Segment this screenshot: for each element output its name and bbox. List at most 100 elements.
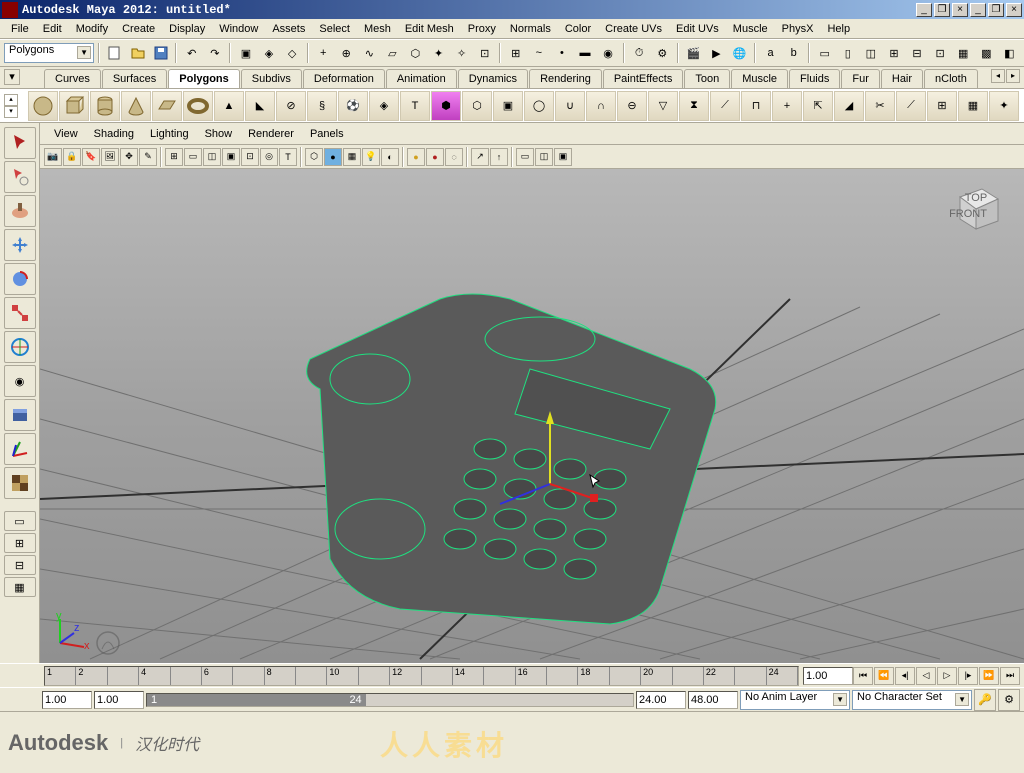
poly-extrude-icon[interactable]: ⇱ [803, 91, 833, 121]
menu-createuvs[interactable]: Create UVs [598, 21, 669, 37]
poly-separate-icon[interactable]: ⬡ [462, 91, 492, 121]
menu-select[interactable]: Select [312, 21, 357, 37]
poly-reduce-icon[interactable]: ▽ [648, 91, 678, 121]
prev-view-icon[interactable]: ⊟ [4, 555, 36, 575]
range-start-outer[interactable] [42, 691, 92, 709]
texture-tool-icon[interactable] [4, 467, 36, 499]
poly-pipe-icon[interactable]: ⊘ [276, 91, 306, 121]
menu-modify[interactable]: Modify [69, 21, 115, 37]
soft-mod-tool-icon[interactable]: ◉ [4, 365, 36, 397]
select-tool-icon[interactable] [4, 127, 36, 159]
menu-create[interactable]: Create [115, 21, 162, 37]
goto-start-icon[interactable]: ⏮ [853, 667, 873, 685]
xray-joint-icon[interactable]: ◌ [445, 148, 463, 166]
snap-curve-icon[interactable]: ~ [528, 42, 549, 64]
grid-icon[interactable]: ⊞ [165, 148, 183, 166]
poly-bool3-icon[interactable]: ⊖ [617, 91, 647, 121]
poly-extract-icon[interactable]: ▣ [493, 91, 523, 121]
shelf-menu-icon[interactable]: ▾ [4, 69, 20, 85]
rotate-tool-icon[interactable] [4, 263, 36, 295]
renderer-1-icon[interactable]: ▭ [516, 148, 534, 166]
poly-platonic-icon[interactable]: ◈ [369, 91, 399, 121]
panel-panels[interactable]: Panels [302, 126, 352, 142]
poly-type-icon[interactable]: T [400, 91, 430, 121]
xray-icon[interactable]: ● [426, 148, 444, 166]
maximize-button[interactable]: ❐ [934, 3, 950, 17]
snap-plane-icon[interactable]: ▬ [574, 42, 595, 64]
step-fwd-icon[interactable]: |▸ [958, 667, 978, 685]
shelf-prev-icon[interactable]: ◂ [991, 69, 1005, 83]
redo-icon[interactable]: ↷ [204, 42, 225, 64]
panel-show[interactable]: Show [197, 126, 241, 142]
layout-3-icon[interactable]: ◫ [860, 42, 881, 64]
tab-muscle[interactable]: Muscle [731, 69, 788, 88]
four-view-icon[interactable]: ⊞ [4, 533, 36, 553]
tab-curves[interactable]: Curves [44, 69, 101, 88]
isolate-icon[interactable]: ● [407, 148, 425, 166]
poly-torus-icon[interactable] [183, 91, 213, 121]
tab-rendering[interactable]: Rendering [529, 69, 602, 88]
lasso-tool-icon[interactable] [4, 161, 36, 193]
mask-handle-icon[interactable]: + [313, 42, 334, 64]
menu-edituvs[interactable]: Edit UVs [669, 21, 726, 37]
menu-mesh[interactable]: Mesh [357, 21, 398, 37]
layout-6-icon[interactable]: ⊡ [930, 42, 951, 64]
undo-icon[interactable]: ↶ [181, 42, 202, 64]
menu-assets[interactable]: Assets [265, 21, 312, 37]
shelf-up-icon[interactable]: ▴ [4, 94, 18, 106]
history-icon[interactable]: ⏱ [629, 42, 650, 64]
menu-display[interactable]: Display [162, 21, 212, 37]
poly-prism-icon[interactable]: ▲ [214, 91, 244, 121]
move-tool-icon[interactable] [4, 229, 36, 261]
ipr-icon[interactable]: ▶ [706, 42, 727, 64]
layout-7-icon[interactable]: ▦ [953, 42, 974, 64]
xform-out-icon[interactable]: b [783, 42, 804, 64]
poly-soccer-icon[interactable]: ⚽ [338, 91, 368, 121]
renderer-3-icon[interactable]: ▣ [554, 148, 572, 166]
panel-shading[interactable]: Shading [86, 126, 142, 142]
poly-crease-icon[interactable]: ⟋ [710, 91, 740, 121]
film-gate-icon[interactable]: ▭ [184, 148, 202, 166]
xform-in-icon[interactable]: a [760, 42, 781, 64]
lights-icon[interactable]: 💡 [362, 148, 380, 166]
panel-renderer[interactable]: Renderer [240, 126, 302, 142]
show-manip-tool-icon[interactable] [4, 399, 36, 431]
save-scene-icon[interactable] [150, 42, 171, 64]
mask-surface-icon[interactable]: ▱ [382, 42, 403, 64]
scale-tool-icon[interactable] [4, 297, 36, 329]
anim-layer-dropdown[interactable]: No Anim Layer [740, 690, 850, 710]
poly-bridge-icon[interactable]: ⊓ [741, 91, 771, 121]
poly-sculpt-icon[interactable]: ✦ [989, 91, 1019, 121]
poly-split-icon[interactable]: ⟋ [896, 91, 926, 121]
range-end-inner[interactable] [636, 691, 686, 709]
tab-subdivs[interactable]: Subdivs [241, 69, 302, 88]
menu-window[interactable]: Window [212, 21, 265, 37]
shelf-down-icon[interactable]: ▾ [4, 106, 18, 118]
expose-1-icon[interactable]: ↗ [471, 148, 489, 166]
poly-smooth-icon[interactable]: ◯ [524, 91, 554, 121]
render-globals-icon[interactable]: 🌐 [729, 42, 750, 64]
range-start-inner[interactable] [94, 691, 144, 709]
single-view-icon[interactable]: ▭ [4, 511, 36, 531]
tab-animation[interactable]: Animation [386, 69, 457, 88]
poly-helix-icon[interactable]: § [307, 91, 337, 121]
step-back-icon[interactable]: ◂| [895, 667, 915, 685]
poly-insert-icon[interactable]: ⊞ [927, 91, 957, 121]
poly-mirror-icon[interactable]: ⧗ [679, 91, 709, 121]
renderer-2-icon[interactable]: ◫ [535, 148, 553, 166]
poly-append-icon[interactable]: + [772, 91, 802, 121]
mask-joint-icon[interactable]: ⊕ [336, 42, 357, 64]
current-frame-field[interactable] [803, 667, 853, 685]
snap-point-icon[interactable]: • [551, 42, 572, 64]
menu-muscle[interactable]: Muscle [726, 21, 775, 37]
res-gate-icon[interactable]: ◫ [203, 148, 221, 166]
range-end-outer[interactable] [688, 691, 738, 709]
render-frame-icon[interactable]: 🎬 [683, 42, 704, 64]
minimize2-button[interactable]: _ [970, 3, 986, 17]
layout-2-icon[interactable]: ▯ [837, 42, 858, 64]
menu-proxy[interactable]: Proxy [461, 21, 503, 37]
poly-cut-icon[interactable]: ✂ [865, 91, 895, 121]
field-chart-icon[interactable]: ⊡ [241, 148, 259, 166]
restore-button[interactable]: ❐ [988, 3, 1004, 17]
poly-combine-icon[interactable]: ⬢ [431, 91, 461, 121]
